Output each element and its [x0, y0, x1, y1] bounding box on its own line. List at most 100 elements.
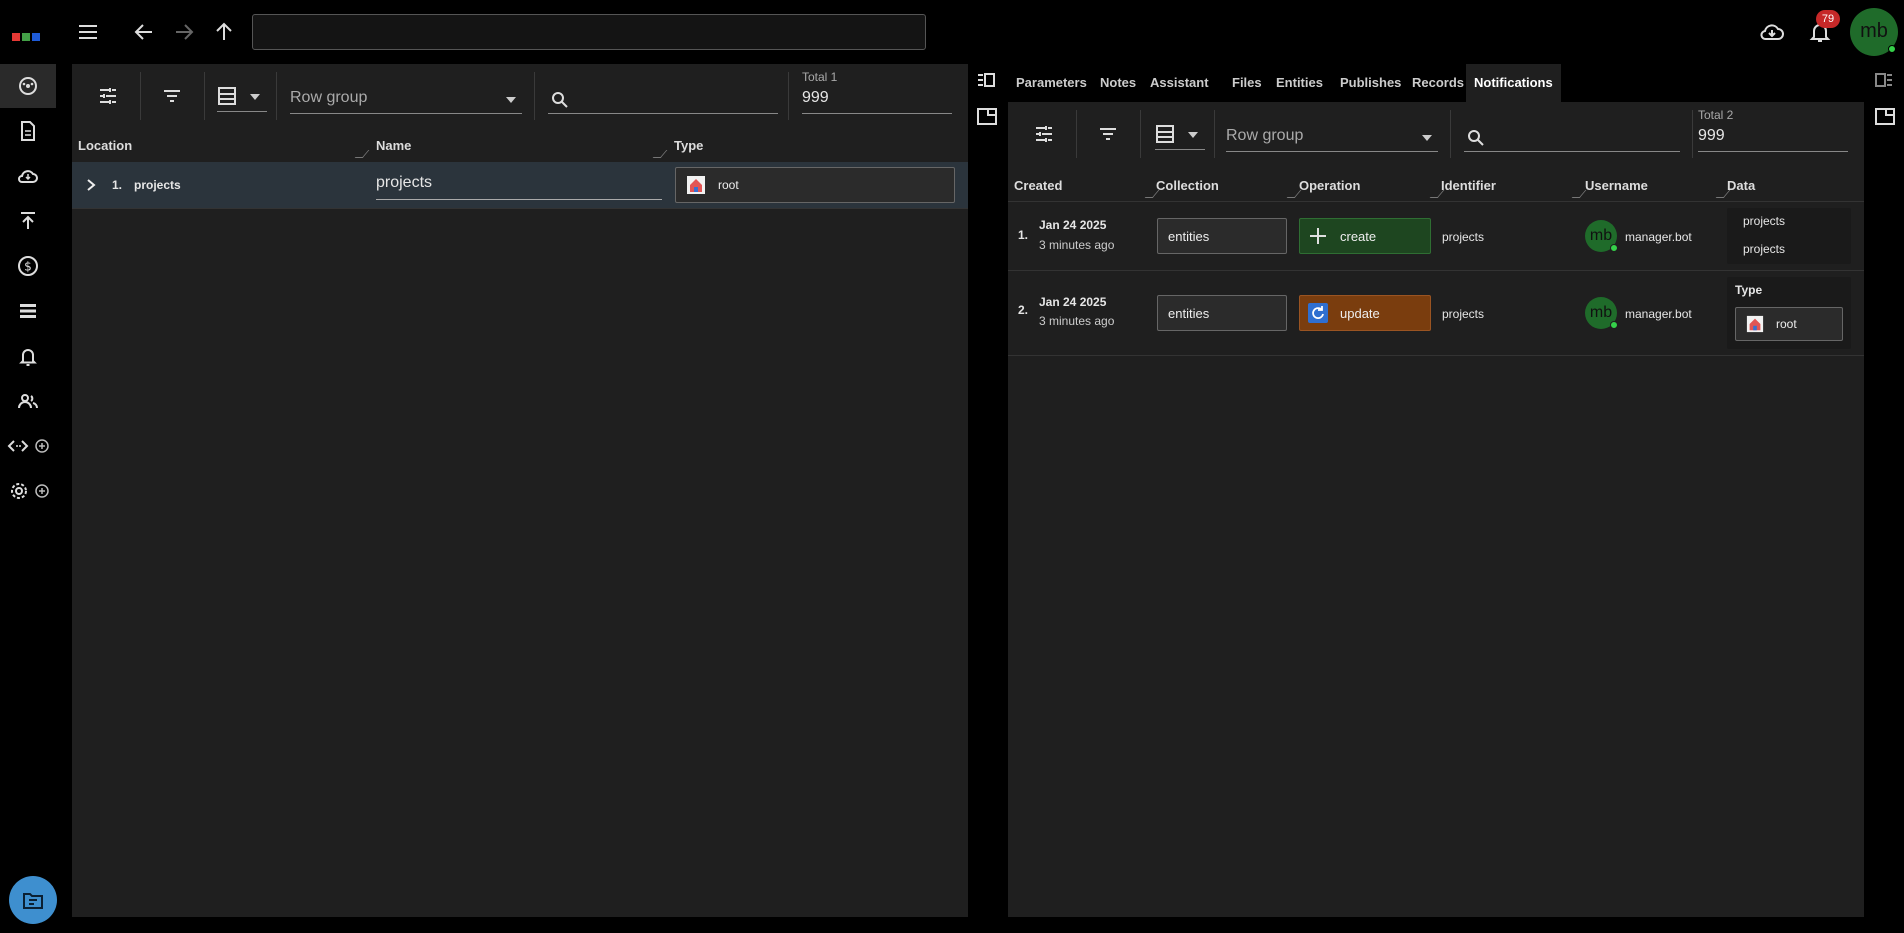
cloud-download-icon — [18, 170, 38, 183]
column-header-collection[interactable]: Collection — [1156, 174, 1302, 200]
sidebar-item-documents[interactable] — [0, 109, 56, 153]
tab-assistant[interactable]: Assistant — [1142, 64, 1217, 102]
forward-arrow-icon[interactable] — [172, 20, 196, 44]
table-row[interactable]: 1. projects projects root — [72, 162, 968, 208]
sidebar-fab-button[interactable] — [9, 876, 57, 924]
right-panel-toggle-icon[interactable] — [1874, 72, 1894, 93]
column-header-type[interactable]: Type — [674, 134, 964, 160]
code-add-icon — [7, 439, 49, 453]
right-view-select[interactable] — [1154, 118, 1204, 150]
notifications-panel: Row group Total 2 999 Created Collection… — [1008, 102, 1864, 917]
row-group-label: Row group — [290, 89, 368, 106]
column-header-name[interactable]: Name — [376, 134, 668, 160]
column-header-created[interactable]: Created — [1014, 174, 1160, 200]
right-total-field[interactable]: Total 2 999 — [1698, 108, 1848, 152]
left-table-header: Location Name Type — [72, 134, 968, 160]
data-type-label: Type — [1735, 283, 1763, 297]
chevron-right-icon — [87, 179, 96, 191]
filter-icon — [1100, 128, 1116, 140]
column-header-data[interactable]: Data — [1727, 174, 1847, 200]
row-collection-chip[interactable]: entities — [1157, 295, 1287, 331]
settings-add-icon — [11, 483, 49, 499]
chevron-down-icon — [506, 97, 516, 103]
right-toolbar: Row group Total 2 999 — [1008, 102, 1864, 166]
user-initials: mb — [1860, 20, 1888, 42]
right-row-group-select[interactable]: Row group — [1226, 116, 1438, 152]
tab-records[interactable]: Records — [1404, 64, 1472, 102]
tab-files[interactable]: Files — [1224, 64, 1270, 102]
left-settings-button[interactable] — [92, 80, 124, 112]
cloud-download-icon[interactable] — [1759, 19, 1785, 45]
left-filter-button[interactable] — [156, 80, 188, 112]
up-arrow-icon[interactable] — [212, 20, 236, 44]
left-total-field[interactable]: Total 1 999 — [802, 70, 952, 114]
sidebar-item-settings[interactable] — [0, 469, 56, 513]
row-type-chip[interactable]: root — [675, 167, 955, 203]
row-index: 1. — [112, 178, 123, 192]
row-created-ago: 3 minutes ago — [1039, 238, 1115, 252]
row-operation-update[interactable]: update — [1299, 295, 1431, 331]
sidebar-item-billing[interactable]: $ — [0, 244, 56, 288]
view-list-icon — [218, 87, 236, 105]
entities-panel: Row group Total 1 999 Location Name Type… — [72, 64, 968, 917]
row-name-input[interactable]: projects — [376, 170, 662, 200]
tab-parameters[interactable]: Parameters — [1008, 64, 1095, 102]
left-row-group-select[interactable]: Row group — [290, 78, 522, 114]
table-row[interactable]: 1. Jan 24 2025 3 minutes ago entities cr… — [1008, 202, 1864, 270]
right-settings-button[interactable] — [1028, 118, 1060, 150]
top-bar: 79 mb — [0, 0, 1904, 64]
sidebar-item-users[interactable] — [0, 379, 56, 423]
app-logo — [12, 29, 46, 41]
sidebar-item-servers[interactable] — [0, 289, 56, 333]
left-search-input[interactable] — [548, 78, 778, 114]
table-row[interactable]: 2. Jan 24 2025 3 minutes ago entities up… — [1008, 271, 1864, 355]
row-created-date: Jan 24 2025 — [1039, 218, 1107, 232]
window-icon[interactable] — [976, 106, 998, 129]
row-collection-chip[interactable]: entities — [1157, 218, 1287, 254]
tab-entities[interactable]: Entities — [1268, 64, 1331, 102]
dashboard-icon — [19, 77, 37, 95]
sidebar-item-developer[interactable] — [0, 424, 56, 468]
data-type-chip[interactable]: root — [1735, 307, 1843, 341]
user-avatar[interactable]: mb — [1850, 8, 1898, 56]
sidebar-item-downloads[interactable] — [0, 154, 56, 198]
total-label: Total 2 — [1698, 108, 1734, 122]
menu-icon[interactable] — [76, 20, 100, 44]
dollar-icon: $ — [18, 256, 38, 276]
column-header-username[interactable]: Username — [1585, 174, 1731, 200]
row-identifier: projects — [1442, 230, 1485, 244]
right-search-input[interactable] — [1464, 116, 1680, 152]
right-filter-button[interactable] — [1092, 118, 1124, 150]
tab-notes[interactable]: Notes — [1092, 64, 1144, 102]
home-icon — [1746, 315, 1764, 333]
back-arrow-icon[interactable] — [132, 20, 156, 44]
total-value: 999 — [1698, 127, 1725, 144]
address-input[interactable] — [252, 14, 926, 50]
tab-publishes[interactable]: Publishes — [1332, 64, 1409, 102]
row-data-box: projects projects — [1727, 208, 1851, 264]
project-folder-icon — [23, 893, 43, 909]
right-table-header: Created Collection Operation Identifier … — [1008, 174, 1864, 200]
row-operation-create[interactable]: create — [1299, 218, 1431, 254]
row-data-box: Type root — [1727, 277, 1851, 349]
left-toolbar: Row group Total 1 999 — [72, 64, 968, 128]
svg-text:$: $ — [24, 260, 32, 274]
row-group-label: Row group — [1226, 127, 1304, 144]
tab-notifications[interactable]: Notifications — [1466, 64, 1561, 102]
sidebar-item-publish[interactable] — [0, 199, 56, 243]
column-header-identifier[interactable]: Identifier — [1441, 174, 1587, 200]
sliders-icon — [1036, 126, 1052, 142]
chevron-down-icon — [1422, 135, 1432, 141]
avatar: mb — [1585, 297, 1618, 329]
column-header-operation[interactable]: Operation — [1299, 174, 1445, 200]
right-window-icon[interactable] — [1874, 106, 1896, 129]
sliders-icon — [100, 88, 116, 104]
filter-icon — [164, 90, 180, 102]
sidebar-item-notifications[interactable] — [0, 334, 56, 378]
detail-tabs: Parameters Notes Assistant Files Entitie… — [968, 64, 1904, 102]
column-header-location[interactable]: Location — [78, 134, 370, 160]
left-view-select[interactable] — [216, 80, 266, 112]
row-index: 2. — [1018, 303, 1029, 317]
sidebar-item-dashboard[interactable] — [0, 64, 56, 108]
bell-icon — [19, 349, 37, 366]
